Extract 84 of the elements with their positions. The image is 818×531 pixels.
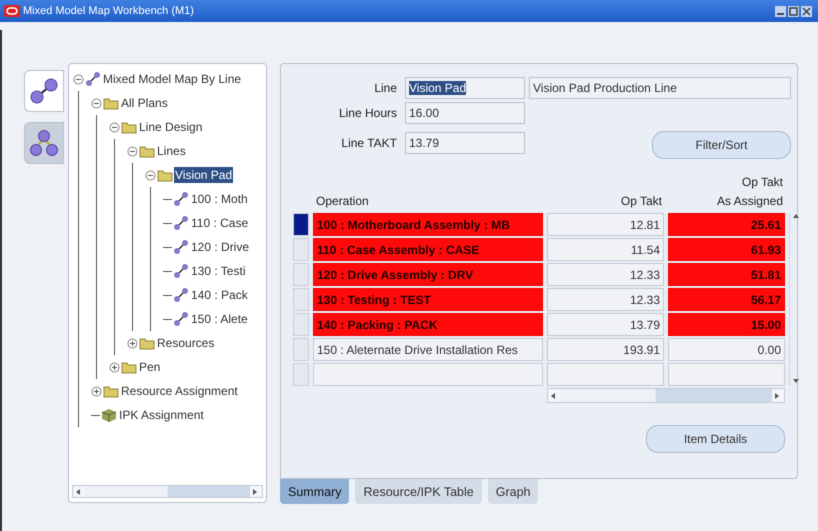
folder-icon — [121, 120, 137, 134]
folder-icon — [121, 360, 137, 374]
tree-item[interactable]: Resources — [156, 335, 216, 351]
column-header: Op Takt As Assigned — [716, 174, 784, 210]
collapse-icon[interactable] — [91, 98, 102, 108]
column-header: Op Takt — [620, 193, 663, 210]
table-cell: 51.81 — [668, 263, 785, 286]
table-cell: 12.33 — [547, 288, 664, 311]
tree-item[interactable]: IPK Assignment — [118, 407, 205, 423]
table-cell: 56.17 — [668, 288, 785, 311]
field-label: Line — [373, 81, 398, 95]
connected-nodes-icon — [173, 216, 189, 230]
minimize-icon[interactable] — [775, 6, 786, 16]
field-label: Line TAKT — [340, 136, 398, 150]
tab[interactable]: Graph — [488, 479, 538, 504]
table-cell: 11.54 — [547, 238, 664, 261]
table-cell: 120 : Drive Assembly : DRV — [313, 263, 543, 286]
table-cell: 140 : Packing : PACK — [313, 313, 543, 336]
tree-item[interactable]: Lines — [156, 143, 187, 159]
scroll-left-arrow-icon[interactable] — [75, 488, 83, 496]
hours-field[interactable]: 16.00 — [405, 102, 525, 124]
filter-sort-button[interactable]: Filter/Sort — [652, 131, 791, 159]
collapse-icon[interactable] — [73, 74, 84, 84]
folder-icon — [139, 144, 155, 158]
connected-nodes-icon — [173, 192, 189, 206]
folder-icon — [139, 336, 155, 350]
tree-item[interactable]: All Plans — [120, 95, 169, 111]
tree-item[interactable]: Vision Pad — [174, 167, 234, 183]
table-cell: 61.93 — [668, 238, 785, 261]
tree-item[interactable]: 130 : Testi — [190, 263, 246, 279]
table-cell: 193.91 — [547, 338, 664, 361]
expand-icon[interactable] — [109, 362, 120, 372]
horizontal-scrollbar[interactable] — [72, 485, 263, 498]
table-cell: 12.81 — [547, 213, 664, 236]
connected-nodes-icon — [173, 240, 189, 254]
window-title: Mixed Model Map Workbench (M1) — [23, 5, 195, 17]
tree-item[interactable]: Line Design — [138, 119, 204, 135]
tab[interactable]: Summary — [280, 479, 350, 504]
expand-icon[interactable] — [91, 386, 102, 396]
tree-item[interactable]: 140 : Pack — [190, 287, 249, 303]
table-cell: 150 : Aleternate Drive Installation Res — [313, 338, 543, 361]
side-tab[interactable] — [24, 70, 64, 112]
row-selector[interactable] — [293, 213, 309, 236]
tree-item[interactable]: 120 : Drive — [190, 239, 250, 255]
tree-item[interactable]: 100 : Moth — [190, 191, 249, 207]
collapse-icon[interactable] — [109, 122, 120, 132]
app-logo-icon — [4, 5, 20, 17]
connected-nodes-icon — [173, 288, 189, 302]
item-details-button[interactable]: Item Details — [646, 425, 785, 453]
tree-item[interactable]: Resource Assignment — [120, 383, 239, 399]
tree-item[interactable]: 150 : Alete — [190, 311, 249, 327]
table-cell: 13.79 — [547, 313, 664, 336]
line-field[interactable]: Vision Pad — [405, 77, 525, 99]
connected-nodes-icon — [173, 312, 189, 326]
tab[interactable]: Resource/IPK Table — [355, 479, 482, 504]
table-cell: 110 : Case Assembly : CASE — [313, 238, 543, 261]
table-cell: 130 : Testing : TEST — [313, 288, 543, 311]
tree-item[interactable]: Mixed Model Map By Line — [102, 71, 242, 87]
takt-field[interactable]: 13.79 — [405, 132, 525, 154]
side-tab[interactable] — [24, 122, 64, 164]
scroll-left-arrow-icon[interactable] — [550, 392, 558, 400]
field-label: Line Hours — [338, 106, 398, 120]
connected-nodes-icon — [173, 264, 189, 278]
connected-nodes-icon — [85, 72, 101, 86]
table-cell: 0.00 — [668, 338, 785, 361]
collapse-icon[interactable] — [145, 170, 156, 180]
table-cell: 15.00 — [668, 313, 785, 336]
cube-icon — [101, 408, 117, 422]
table-cell: 25.61 — [668, 213, 785, 236]
folder-icon — [157, 168, 173, 182]
folder-icon — [103, 384, 119, 398]
collapse-icon[interactable] — [127, 146, 138, 156]
close-icon[interactable] — [801, 6, 812, 16]
column-header: Operation — [315, 193, 370, 210]
expand-icon[interactable] — [127, 338, 138, 348]
description-field[interactable]: Vision Pad Production Line — [529, 77, 791, 99]
tree-item[interactable]: 110 : Case — [190, 215, 250, 231]
table-cell: 12.33 — [547, 263, 664, 286]
scroll-up-arrow-icon[interactable] — [792, 213, 800, 221]
folder-icon — [103, 96, 119, 110]
tree-item[interactable]: Pen — [138, 359, 162, 375]
horizontal-scrollbar[interactable] — [547, 388, 785, 403]
maximize-icon[interactable] — [788, 6, 799, 16]
table-cell: 100 : Motherboard Assembly : MB — [313, 213, 543, 236]
